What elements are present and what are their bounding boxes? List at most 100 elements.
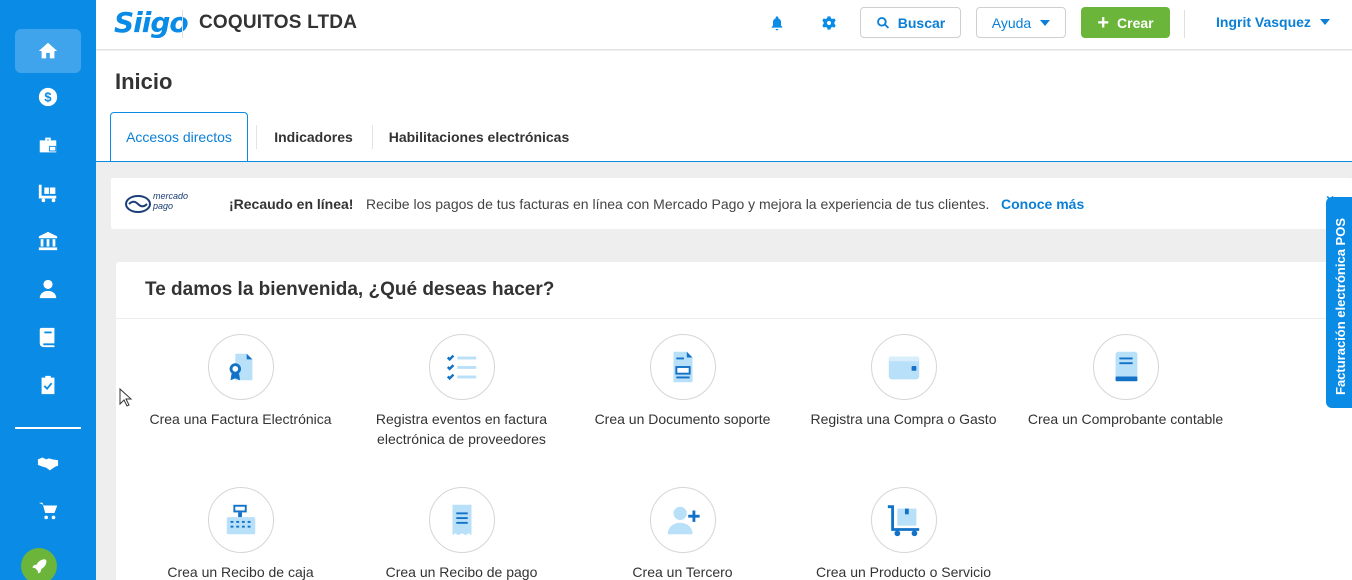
receipt-icon [452,504,471,536]
action-icon-circle [1092,334,1159,400]
action-icon-circle [207,487,274,553]
rocket-button[interactable] [21,548,57,580]
create-button[interactable]: + Crear [1081,7,1170,38]
action-label: Crea un Recibo de caja [167,564,314,580]
sidebar-item-home[interactable] [15,29,81,73]
notifications-button[interactable] [767,13,787,33]
sidebar-item-finance[interactable]: $ [15,75,81,119]
banner-learn-more-link[interactable]: Conoce más [1001,196,1084,212]
home-icon [38,42,58,59]
svg-text:$: $ [44,90,51,105]
dollar-icon: $ [38,87,58,107]
add-user-icon [667,506,700,535]
help-dropdown-label: Ayuda [991,14,1032,31]
action-label: Crea una Factura Electrónica [149,411,332,427]
banner-text: Recibe los pagos de tus facturas en líne… [366,196,990,212]
mercado-pago-wordmark: mercado pago [153,191,189,211]
siigo-logo[interactable]: Siigo [114,6,189,39]
pos-side-tab-label: Facturación electrónica POS [1333,217,1348,395]
tab-habilitaciones[interactable]: Habilitaciones electrónicas [382,112,576,162]
action-recibo-caja[interactable]: Crea un Recibo de caja [130,487,351,580]
mouse-cursor-icon [119,388,133,407]
action-compra-gasto[interactable]: Registra una Compra o Gasto [793,334,1014,429]
action-label: Crea un Documento soporte [594,411,771,427]
briefcase-icon [39,137,57,153]
action-icon-circle [870,487,937,553]
action-icon-circle [428,487,495,553]
welcome-card: Te damos la bienvenida, ¿Qué deseas hace… [116,262,1352,580]
action-icon-circle [428,334,495,400]
tab-separator [256,125,257,149]
logo-separator [182,10,183,38]
invoice-icon [229,353,252,381]
cash-register-icon [226,504,255,535]
sidebar-item-purchases[interactable] [15,171,81,215]
tab-accesos-directos[interactable]: Accesos directos [110,112,248,162]
sidebar-item-reports[interactable] [15,363,81,407]
page-title: Inicio [115,69,173,94]
user-menu[interactable]: Ingrit Vasquez [1216,14,1330,30]
search-icon [876,16,889,29]
checklist-icon [446,354,476,381]
shopping-cart-icon [38,502,58,520]
settings-button[interactable] [819,13,839,33]
company-name: COQUITOS LTDA [199,12,358,33]
action-crea-tercero[interactable]: Crea un Tercero [572,487,793,580]
card-divider [116,318,1352,319]
action-comprobante-contable[interactable]: Crea un Comprobante contable [1015,334,1236,429]
action-documento-soporte[interactable]: Crea un Documento soporte [572,334,793,429]
plus-icon: + [1097,11,1110,34]
sidebar-item-sales[interactable] [15,123,81,167]
banner-close-icon[interactable]: × [1326,191,1334,207]
banner-headline: ¡Recaudo en línea! [229,196,354,212]
user-name: Ingrit Vasquez [1216,14,1311,30]
welcome-title: Te damos la bienvenida, ¿Qué deseas hace… [145,279,555,300]
header-separator [1184,10,1185,38]
clipboard-check-icon [41,375,55,395]
action-registra-eventos[interactable]: Registra eventos en factura electrónica … [351,334,572,449]
action-icon-circle [870,334,937,400]
action-label: Crea un Recibo de pago [385,564,538,580]
action-icon-circle [649,487,716,553]
sidebar-item-store[interactable] [15,489,81,533]
search-button[interactable]: Buscar [860,7,961,38]
mercado-pago-banner: mercado pago ¡Recaudo en línea! Recibe l… [111,178,1352,229]
chevron-down-icon [1319,19,1330,25]
action-label: Crea un Tercero [632,564,733,580]
action-icon-circle [649,334,716,400]
gear-icon [822,16,836,30]
sidebar-item-accounting[interactable] [15,315,81,359]
create-button-label: Crear [1117,14,1154,31]
product-cart-icon [887,505,919,537]
person-icon [39,279,57,299]
action-label: Registra eventos en factura electrónica … [375,411,548,447]
action-label: Registra una Compra o Gasto [810,411,997,427]
help-dropdown[interactable]: Ayuda [976,7,1066,38]
sidebar-divider [15,427,81,429]
ledger-icon [1115,351,1137,382]
action-recibo-pago[interactable]: Crea un Recibo de pago [351,487,572,580]
chevron-down-icon [1040,19,1051,26]
bell-icon [771,16,783,31]
search-button-label: Buscar [897,14,946,31]
action-label: Crea un Comprobante contable [1027,411,1224,427]
action-label: Crea un Producto o Servicio [815,564,992,580]
bank-icon [38,231,58,251]
document-icon [673,351,692,383]
sidebar: $ [0,0,96,580]
tabs-underline [96,161,1352,162]
pos-side-tab[interactable]: Facturación electrónica POS [1326,197,1352,408]
tab-separator [372,125,373,149]
action-producto-servicio[interactable]: Crea un Producto o Servicio [793,487,1014,580]
cart-icon [38,184,57,203]
sidebar-item-banks[interactable] [15,219,81,263]
handshake-icon [37,457,59,471]
book-icon [39,327,55,348]
top-header: Siigo COQUITOS LTDA Buscar Ayuda + Crear… [96,0,1352,50]
action-crear-factura[interactable]: Crea una Factura Electrónica [130,334,351,429]
tab-indicadores[interactable]: Indicadores [262,112,365,162]
action-icon-circle [207,334,274,400]
wallet-icon [888,356,919,380]
sidebar-item-partners[interactable] [15,441,81,485]
sidebar-item-employees[interactable] [15,267,81,311]
